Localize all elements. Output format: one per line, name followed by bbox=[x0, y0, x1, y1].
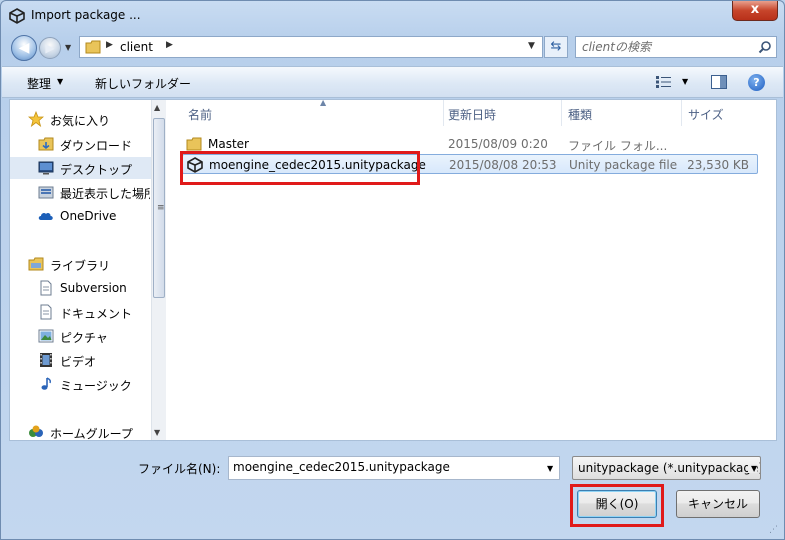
sidebar-item-pictures[interactable]: ピクチャ bbox=[10, 325, 150, 347]
sidebar-item-label: 最近表示した場所 bbox=[60, 187, 150, 201]
scroll-up-icon[interactable]: ▲ bbox=[154, 103, 160, 112]
cloud-icon bbox=[38, 212, 53, 220]
close-icon: x bbox=[750, 2, 760, 17]
search-input[interactable] bbox=[582, 40, 752, 54]
file-size: 23,530 KB bbox=[687, 158, 749, 172]
breadcrumb-separator-icon[interactable]: ▶ bbox=[166, 40, 173, 50]
sidebar-item-label: ホームグループ bbox=[50, 427, 133, 440]
sidebar-item-documents[interactable]: ドキュメント bbox=[10, 301, 150, 323]
highlight-box bbox=[570, 484, 664, 527]
chevron-down-icon[interactable]: ▼ bbox=[547, 464, 553, 473]
refresh-button[interactable]: ⇆ bbox=[544, 36, 568, 58]
column-header-date[interactable]: 更新日時 bbox=[442, 100, 562, 126]
document-icon bbox=[40, 304, 52, 320]
unity-logo-icon bbox=[9, 8, 25, 24]
view-options-icon[interactable] bbox=[655, 75, 673, 89]
filetype-select[interactable]: unitypackage (*.unitypackage) ▼ bbox=[572, 456, 761, 480]
help-icon: ? bbox=[753, 76, 760, 89]
homegroup-icon bbox=[29, 425, 43, 437]
chevron-down-icon: ▼ bbox=[65, 43, 72, 52]
recent-pages-dropdown[interactable]: ▼ bbox=[65, 43, 75, 53]
desktop-icon bbox=[38, 161, 54, 175]
file-type: ファイル フォル... bbox=[568, 139, 668, 153]
resize-grip-icon[interactable]: ⋰ bbox=[769, 525, 778, 535]
back-button[interactable]: ◀ bbox=[11, 35, 37, 61]
sidebar-item-label: デスクトップ bbox=[60, 163, 133, 177]
column-header-type[interactable]: 種類 bbox=[562, 100, 682, 126]
download-folder-icon bbox=[38, 137, 54, 151]
cancel-button[interactable]: キャンセル bbox=[676, 490, 760, 518]
sidebar-item-label: ドキュメント bbox=[60, 307, 133, 321]
navigation-pane: お気に入り ダウンロード デスクトップ 最近表示した場所 OneDrive ライ… bbox=[10, 100, 166, 440]
search-icon[interactable] bbox=[758, 40, 772, 54]
file-date: 2015/08/09 0:20 bbox=[448, 137, 548, 151]
document-icon bbox=[40, 280, 52, 296]
sidebar-item-label: ピクチャ bbox=[60, 331, 108, 345]
file-name: Master bbox=[208, 137, 249, 151]
sidebar-item-videos[interactable]: ビデオ bbox=[10, 349, 150, 371]
search-box[interactable] bbox=[575, 36, 777, 58]
sidebar-item-label: Subversion bbox=[60, 281, 127, 295]
chevron-down-icon[interactable]: ▼ bbox=[57, 77, 63, 86]
video-icon bbox=[40, 353, 52, 367]
filetype-value: unitypackage (*.unitypackage) bbox=[578, 461, 761, 475]
new-folder-button[interactable]: 新しいフォルダー bbox=[95, 75, 191, 92]
highlight-box bbox=[180, 151, 420, 185]
column-header-name[interactable]: ▲ 名前 bbox=[182, 98, 444, 126]
sidebar-item-label: ビデオ bbox=[60, 355, 97, 369]
title-bar[interactable]: Import package ... x bbox=[1, 1, 784, 31]
recent-places-icon bbox=[38, 186, 54, 199]
help-button[interactable]: ? bbox=[748, 74, 765, 91]
music-icon bbox=[41, 377, 51, 390]
forward-button[interactable]: ▶ bbox=[39, 37, 61, 59]
filename-label: ファイル名(N): bbox=[138, 462, 221, 476]
import-package-dialog: Import package ... x ◀ ▶ ▼ ▶ client ▶ ▼ … bbox=[0, 0, 785, 540]
sidebar-item-label: お気に入り bbox=[50, 114, 111, 128]
window-title: Import package ... bbox=[31, 8, 141, 22]
sidebar-item-libraries[interactable]: ライブラリ bbox=[10, 253, 150, 275]
sidebar-item-label: ミュージック bbox=[60, 379, 132, 393]
sidebar-item-homegroup[interactable]: ホームグループ bbox=[10, 421, 150, 440]
refresh-icon: ⇆ bbox=[550, 39, 562, 54]
sidebar-item-label: ダウンロード bbox=[60, 139, 133, 153]
sidebar-item-music[interactable]: ミュージック bbox=[10, 373, 150, 395]
sidebar-item-recent-places[interactable]: 最近表示した場所 bbox=[10, 181, 150, 203]
scroll-down-icon[interactable]: ▼ bbox=[154, 428, 160, 437]
preview-pane-button[interactable] bbox=[711, 75, 727, 89]
arrow-right-icon: ▶ bbox=[45, 41, 55, 55]
filename-input[interactable] bbox=[233, 460, 533, 474]
chevron-down-icon[interactable]: ▼ bbox=[682, 77, 688, 86]
sidebar-item-onedrive[interactable]: OneDrive bbox=[10, 205, 150, 227]
grip-icon: ≡ bbox=[157, 203, 165, 213]
chevron-down-icon[interactable]: ▼ bbox=[528, 41, 535, 51]
sidebar-item-desktop[interactable]: デスクトップ bbox=[10, 157, 151, 179]
chevron-down-icon[interactable]: ▼ bbox=[748, 464, 758, 473]
close-button[interactable]: x bbox=[732, 1, 778, 21]
address-bar[interactable]: ▶ client ▶ ▼ bbox=[79, 36, 543, 58]
sidebar-item-label: OneDrive bbox=[60, 209, 117, 223]
sort-ascending-icon: ▲ bbox=[320, 98, 327, 107]
sidebar-item-favorites[interactable]: お気に入り bbox=[10, 108, 150, 130]
picture-icon bbox=[38, 329, 54, 343]
sidebar-item-label: ライブラリ bbox=[50, 259, 111, 273]
sidebar-item-downloads[interactable]: ダウンロード bbox=[10, 133, 150, 155]
command-toolbar: 整理 ▼ 新しいフォルダー ▼ ? bbox=[2, 66, 783, 98]
organize-button[interactable]: 整理 bbox=[27, 75, 51, 92]
arrow-left-icon: ◀ bbox=[18, 40, 30, 56]
scrollbar-thumb[interactable]: ≡ bbox=[153, 118, 165, 298]
sidebar-item-subversion[interactable]: Subversion bbox=[10, 277, 150, 299]
filename-combobox[interactable]: ▼ bbox=[228, 456, 560, 480]
breadcrumb-client[interactable]: client bbox=[120, 40, 153, 54]
file-date: 2015/08/08 20:53 bbox=[449, 158, 557, 172]
star-icon bbox=[28, 111, 44, 127]
library-icon bbox=[28, 257, 44, 271]
folder-icon bbox=[186, 137, 202, 151]
sidebar-scrollbar[interactable]: ▲ ≡ ▼ bbox=[151, 100, 166, 440]
column-header-size[interactable]: サイズ bbox=[682, 100, 762, 126]
folder-icon bbox=[85, 40, 101, 54]
breadcrumb-separator-icon[interactable]: ▶ bbox=[106, 40, 113, 50]
file-type: Unity package file bbox=[569, 158, 678, 172]
